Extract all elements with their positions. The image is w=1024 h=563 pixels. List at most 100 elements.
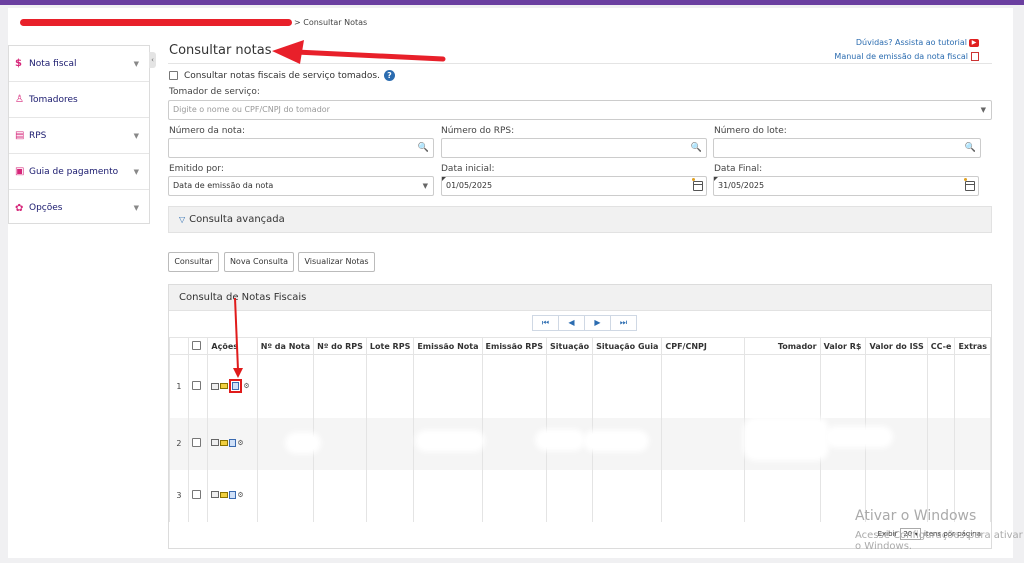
gear-icon: ✿ — [15, 202, 24, 214]
select-all-checkbox[interactable] — [191, 340, 201, 350]
tomados-checkbox-row: Consultar notas fiscais de serviço tomad… — [169, 70, 395, 81]
calendar-icon[interactable] — [965, 181, 975, 191]
manual-link[interactable]: Manual de emissão da nota fiscal — [834, 52, 968, 61]
tomados-checkbox[interactable] — [169, 71, 178, 80]
advanced-search-toggle[interactable]: ▽ Consulta avançada — [168, 206, 992, 233]
help-icon[interactable]: ? — [383, 70, 395, 81]
col-select — [187, 337, 209, 355]
sidebar-item-label: Tomadores — [29, 94, 78, 105]
sidebar-item-label: RPS — [29, 130, 47, 141]
data-inicial-input[interactable]: 01/05/2025 — [441, 176, 707, 196]
chevron-down-icon: ▼ — [133, 204, 139, 212]
sidebar-item-opcoes[interactable]: ✿ Opções ▼ — [9, 190, 149, 226]
sidebar-item-rps[interactable]: ▤ RPS ▼ — [9, 118, 149, 154]
row-checkbox[interactable] — [191, 380, 201, 390]
numero-nota-label: Número da nota: — [169, 126, 245, 136]
first-page-icon[interactable]: ⏮ — [532, 315, 559, 331]
sidebar-item-label: Guia de pagamento — [29, 166, 119, 177]
tools-icon[interactable]: ⚙ — [243, 382, 249, 390]
print-icon[interactable] — [211, 439, 220, 447]
col-tomador[interactable]: Tomador — [744, 337, 821, 355]
next-page-icon[interactable]: ▶ — [584, 315, 611, 331]
sidebar-item-tomadores[interactable]: ♙ Tomadores — [9, 82, 149, 118]
tools-icon[interactable]: ⚙ — [237, 439, 243, 447]
row-actions: ⚙ — [207, 469, 258, 522]
table-row: 1 ⚙ — [169, 354, 991, 418]
col-situacao-guia[interactable]: Situação Guia — [592, 337, 663, 355]
sidebar-item-label: Opções — [29, 203, 63, 213]
pdf-icon[interactable] — [971, 52, 979, 61]
emitido-select[interactable]: Data de emissão da nota ▼ — [168, 176, 434, 196]
annotation-highlight-box — [229, 379, 243, 394]
data-final-input[interactable]: 31/05/2025 — [713, 176, 979, 196]
tomador-placeholder: Digite o nome ou CPF/CNPJ do tomador — [173, 105, 330, 114]
nova-consulta-button[interactable]: Nova Consulta — [224, 252, 294, 272]
calendar-icon[interactable] — [693, 181, 703, 191]
mail-icon[interactable] — [220, 439, 229, 446]
corner-marker — [442, 177, 446, 181]
search-icon[interactable]: 🔍 — [418, 139, 429, 157]
col-situacao[interactable]: Situação — [546, 337, 594, 355]
sidebar: $ Nota fiscal ▼ ♙ Tomadores ▤ RPS ▼ ▣ Gu… — [8, 45, 150, 224]
mail-icon[interactable] — [220, 491, 229, 498]
sidebar-item-nota-fiscal[interactable]: $ Nota fiscal ▼ — [9, 46, 149, 82]
redaction-blur — [829, 430, 889, 444]
numero-nota-input[interactable]: 🔍 — [168, 138, 434, 158]
windows-activation-hint: Acesse Configurações para ativar o Windo… — [855, 530, 1023, 552]
col-cce: CC-e — [926, 337, 956, 355]
col-index — [169, 337, 189, 355]
bill-icon: ▣ — [15, 166, 25, 177]
chevron-down-icon: ▼ — [133, 59, 139, 68]
last-page-icon[interactable]: ⏭ — [610, 315, 637, 331]
col-emissao-rps[interactable]: Emissão RPS — [481, 337, 548, 355]
corner-marker — [714, 177, 718, 181]
sidebar-item-label: Nota fiscal — [29, 58, 77, 69]
search-icon[interactable]: 🔍 — [691, 139, 702, 157]
numero-lote-input[interactable]: 🔍 — [713, 138, 981, 158]
sidebar-collapse-button[interactable]: ‹ — [149, 52, 156, 68]
results-title: Consulta de Notas Fiscais — [169, 285, 991, 311]
row-select-cell — [187, 417, 209, 470]
mail-icon[interactable] — [220, 383, 229, 390]
search-icon[interactable]: 🔍 — [965, 139, 976, 157]
top-accent-bar — [0, 0, 1024, 5]
user-icon: ♙ — [15, 94, 24, 105]
dropdown-arrow-icon: ▼ — [422, 182, 428, 190]
col-valor-iss[interactable]: Valor do ISS — [865, 337, 928, 355]
row-checkbox[interactable] — [191, 490, 201, 499]
dropdown-arrow-icon: ▼ — [980, 106, 986, 114]
data-final-value: 31/05/2025 — [718, 181, 765, 190]
col-valor[interactable]: Valor R$ — [819, 337, 867, 355]
document-view-icon[interactable] — [232, 382, 240, 391]
tutorial-link[interactable]: Dúvidas? Assista ao tutorial — [856, 38, 967, 47]
pager: ⏮ ◀ ▶ ⏭ — [532, 315, 637, 331]
document-view-icon[interactable] — [229, 438, 237, 447]
breadcrumb: > Consultar Notas — [20, 18, 367, 27]
annotation-arrow — [233, 297, 243, 378]
data-inicial-value: 01/05/2025 — [446, 181, 493, 190]
prev-page-icon[interactable]: ◀ — [558, 315, 585, 331]
help-links: Dúvidas? Assista ao tutorial ▶ Manual de … — [834, 36, 979, 64]
numero-rps-label: Número do RPS: — [441, 126, 515, 136]
col-numero-rps[interactable]: Nº do RPS — [313, 337, 367, 355]
tomador-select[interactable]: Digite o nome ou CPF/CNPJ do tomador ▼ — [168, 100, 992, 120]
col-lote-rps[interactable]: Lote RPS — [365, 337, 415, 355]
redaction-blur — [587, 434, 645, 448]
visualizar-notas-button[interactable]: Visualizar Notas — [298, 252, 375, 272]
tools-icon[interactable]: ⚙ — [237, 491, 243, 499]
row-index: 1 — [169, 354, 189, 418]
numero-lote-label: Número do lote: — [714, 126, 787, 136]
col-cpf-cnpj[interactable]: CPF/CNPJ — [661, 337, 746, 355]
chevron-down-icon: ▼ — [133, 167, 139, 176]
col-emissao-nota[interactable]: Emissão Nota — [413, 337, 483, 355]
col-numero-nota[interactable]: Nº da Nota — [256, 337, 315, 355]
youtube-icon[interactable]: ▶ — [969, 38, 979, 47]
document-view-icon[interactable] — [229, 490, 237, 499]
row-checkbox[interactable] — [191, 438, 201, 447]
print-icon[interactable] — [211, 382, 220, 390]
table-header-row: Ações Nº da Nota Nº do RPS Lote RPS Emis… — [169, 337, 991, 355]
numero-rps-input[interactable]: 🔍 — [441, 138, 707, 158]
sidebar-item-guia-pagamento[interactable]: ▣ Guia de pagamento ▼ — [9, 154, 149, 190]
print-icon[interactable] — [211, 491, 220, 499]
consultar-button[interactable]: Consultar — [168, 252, 219, 272]
